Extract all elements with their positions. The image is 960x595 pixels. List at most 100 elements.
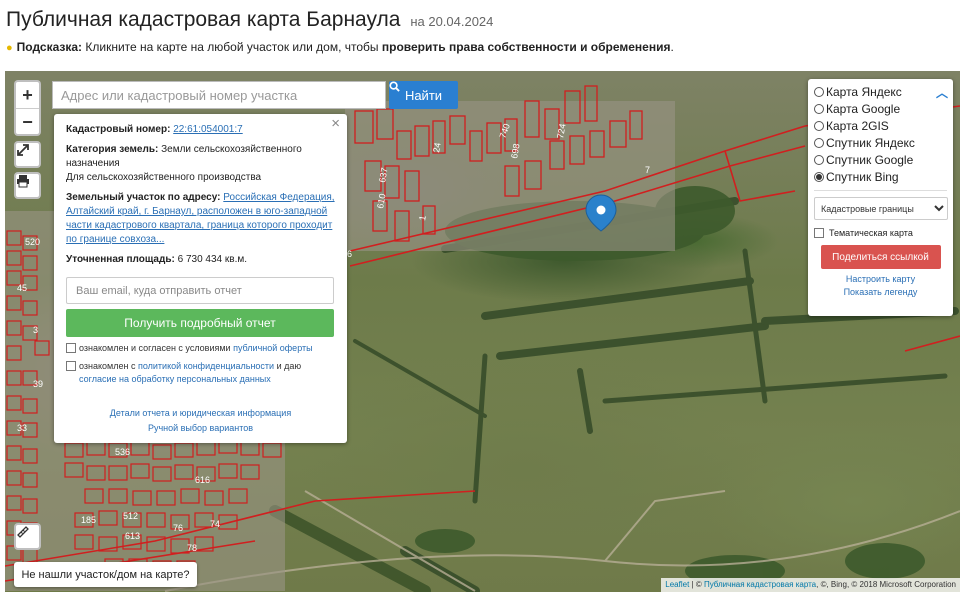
leaflet-link[interactable]: Leaflet [665,580,689,589]
plot-number: 3 [33,325,38,335]
basemap-option-label: Карта Google [826,101,901,116]
plot-number: 6 [347,249,352,259]
ruler-icon [17,526,29,538]
basemap-option[interactable]: Карта Google [814,100,947,117]
not-found-button[interactable]: Не нашли участок/дом на карте? [14,562,197,587]
basemap-option-label: Спутник Google [826,152,914,167]
ruler-button[interactable] [14,523,41,550]
plot-number: 33 [17,423,27,433]
radio-button[interactable] [814,171,824,182]
zoom-control: + − [14,80,41,136]
hint-text: Кликните на карте на любой участок или д… [82,40,382,54]
thematic-map-checkbox[interactable] [814,228,824,238]
land-category-label: Категория земель: [66,144,159,155]
page-header: Публичная кадастровая карта Барнаула на … [0,0,960,70]
plot-number: 45 [17,283,27,293]
basemap-option[interactable]: Карта Яндекс [814,83,947,100]
basemap-option-label: Карта 2GIS [826,118,889,133]
plot-number: 512 [123,511,138,521]
radio-button[interactable] [814,154,824,165]
radio-button[interactable] [814,103,824,114]
consent-privacy-mid: и даю [274,361,302,371]
plot-number: 616 [195,475,210,485]
plot-number: 613 [125,531,140,541]
land-category-row: Категория земель: Земли сельскохозяйстве… [66,143,335,185]
address-row: Земельный участок по адресу: Российская … [66,191,335,247]
plot-number: 536 [115,447,130,457]
share-link-button[interactable]: Поделиться ссылкой [820,245,941,269]
address-label: Земельный участок по адресу: [66,192,221,203]
consent-privacy-row: ознакомлен с политикой конфиденциальност… [66,360,335,386]
report-details-link[interactable]: Детали отчета и юридическая информация [66,406,335,421]
get-report-button[interactable]: Получить подробный отчет [66,309,334,337]
basemap-option[interactable]: Спутник Google [814,151,947,168]
plot-number: 76 [173,523,183,533]
email-field[interactable] [66,277,334,304]
configure-map-link[interactable]: Настроить карту [814,274,947,284]
basemap-option[interactable]: Спутник Яндекс [814,134,947,151]
lightbulb-icon: ● [6,42,13,54]
consent-offer-label: ознакомлен и согласен с условиями [79,343,234,353]
hint-end: . [670,40,674,54]
consent-privacy-text: ознакомлен с политикой конфиденциальност… [79,360,335,386]
basemap-options: Карта Яндекс Карта Google Карта 2GIS Спу… [814,83,947,185]
basemap-option-label: Спутник Яндекс [826,135,915,150]
hint: ● Подсказка: Кликните на карте на любой у… [6,40,674,54]
thematic-map-label: Тематическая карта [829,227,913,238]
attribution-separator: | © [689,580,704,589]
plot-number: 78 [187,543,197,553]
cadastral-number-row: Кадастровый номер: 22:61:054001:7 [66,123,335,137]
privacy-policy-link[interactable]: политикой конфиденциальности [138,361,274,371]
area-row: Уточненная площадь: 6 730 434 кв.м. [66,253,335,267]
radio-button[interactable] [814,137,824,148]
consent-privacy-label: ознакомлен с [79,361,138,371]
plot-number: 39 [33,379,43,389]
divider [814,190,947,191]
panel-links: Детали отчета и юридическая информация Р… [66,406,335,436]
map-attribution: Leaflet | © Публичная кадастровая карта,… [661,578,960,592]
basemap-option[interactable]: Спутник Bing [814,168,947,185]
land-use-value: Для сельскохозяйственного производства [66,172,262,183]
consent-privacy-checkbox[interactable] [66,361,76,371]
consent-offer-checkbox[interactable] [66,343,76,353]
print-button[interactable] [14,172,41,199]
info-panel: × Кадастровый номер: 22:61:054001:7 Кате… [54,114,347,443]
area-label: Уточненная площадь: [66,254,175,265]
thematic-map-row: Тематическая карта [814,227,947,238]
plot-number: 7 [645,165,650,175]
consent-offer-text: ознакомлен и согласен с условиями публич… [79,342,313,355]
attribution-rest: , ©, Bing, © 2018 Microsoft Corporation [816,580,956,589]
search-button[interactable]: Найти [389,81,458,109]
search-icon [389,81,400,92]
close-icon[interactable]: × [331,116,340,131]
data-processing-link[interactable]: согласие на обработку персональных данны… [79,374,271,384]
radio-button[interactable] [814,86,824,97]
basemap-option-label: Спутник Bing [826,169,899,184]
fullscreen-button[interactable] [14,141,41,168]
consent-offer-row: ознакомлен и согласен с условиями публич… [66,342,335,355]
chevron-up-icon[interactable]: ︿ [936,84,948,101]
hint-bold: проверить права собственности и обремене… [381,40,671,54]
print-icon [17,175,29,188]
public-offer-link[interactable]: публичной оферты [233,343,313,353]
plot-number: 24 [431,142,443,154]
show-legend-link[interactable]: Показать легенду [814,287,947,297]
overlay-select[interactable]: Кадастровые границы [814,197,948,220]
cadastral-number-label: Кадастровый номер: [66,124,171,135]
plot-number: 74 [210,519,220,529]
hint-label: Подсказка: [16,40,83,54]
search-input[interactable] [52,81,386,109]
zoom-in-button[interactable]: + [16,82,39,108]
basemap-option[interactable]: Карта 2GIS [814,117,947,134]
page-title-text: Публичная кадастровая карта Барнаула [6,8,401,31]
map-canvas[interactable]: 740 724 698 637 610 520 536 616 512 613 … [5,71,960,592]
plot-number: 520 [25,237,40,247]
cadastral-number-link[interactable]: 22:61:054001:7 [173,124,243,135]
page-title: Публичная кадастровая карта Барнаула на … [6,8,493,32]
pkk-link[interactable]: Публичная кадастровая карта [704,580,816,589]
radio-button[interactable] [814,120,824,131]
manual-selection-link[interactable]: Ручной выбор вариантов [66,421,335,436]
fullscreen-icon [17,144,29,156]
zoom-out-button[interactable]: − [16,108,39,134]
layer-switcher: ︿ Карта Яндекс Карта Google Карта 2GIS С… [808,79,953,316]
